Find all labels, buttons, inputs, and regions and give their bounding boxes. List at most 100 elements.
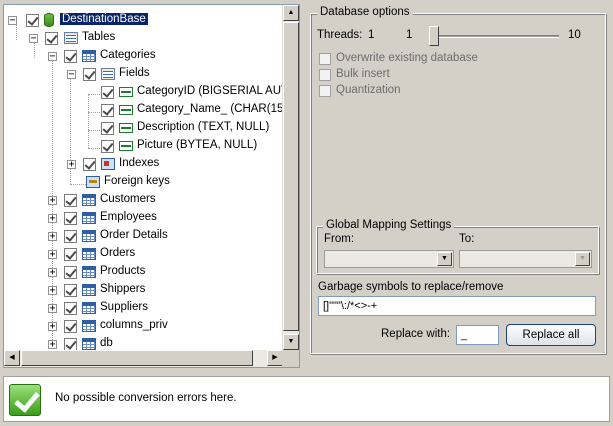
tree-node-table[interactable]: + Customers xyxy=(4,191,283,209)
tree-node-field[interactable]: Description (TEXT, NULL) xyxy=(4,119,283,137)
scroll-thumb[interactable] xyxy=(21,350,253,366)
tree-node-label[interactable]: Indexes xyxy=(119,157,159,169)
tree-node-label[interactable]: Orders xyxy=(100,247,135,259)
tree-node-label[interactable]: Description (TEXT, NULL) xyxy=(137,121,269,133)
expand-icon[interactable]: + xyxy=(48,232,57,242)
tree-node-label[interactable]: Customers xyxy=(100,193,156,205)
tree-node-label[interactable]: Products xyxy=(100,265,145,277)
tree-node-indexes[interactable]: + Indexes xyxy=(4,155,283,173)
tree-node-categories[interactable]: − Categories xyxy=(4,47,283,65)
collapse-icon[interactable]: − xyxy=(29,34,38,44)
checkbox-indexes[interactable] xyxy=(83,158,96,171)
scroll-thumb[interactable] xyxy=(283,22,299,331)
checkbox-table[interactable] xyxy=(64,320,77,333)
group-title: Global Mapping Settings xyxy=(323,219,455,231)
expand-icon[interactable]: + xyxy=(48,214,57,224)
bulk-insert-checkbox[interactable]: Bulk insert xyxy=(319,68,519,83)
tree-node-label[interactable]: Categories xyxy=(100,49,156,61)
checkbox-box[interactable] xyxy=(319,85,331,97)
checkbox-tables[interactable] xyxy=(45,32,58,45)
checkbox-table[interactable] xyxy=(64,302,77,315)
collapse-icon[interactable]: − xyxy=(8,16,17,26)
tree-node-table[interactable]: + Products xyxy=(4,263,283,281)
checkbox-table[interactable] xyxy=(64,266,77,279)
scroll-right-arrow-icon[interactable]: ▶ xyxy=(267,350,283,366)
replace-all-button[interactable]: Replace all xyxy=(506,324,596,346)
threads-slider-track[interactable] xyxy=(429,35,559,38)
checkbox-field[interactable] xyxy=(101,104,114,117)
tree-node-label[interactable]: Order Details xyxy=(100,229,168,241)
table-icon xyxy=(82,284,96,296)
table-icon xyxy=(82,266,96,278)
database-icon xyxy=(44,13,54,27)
tree-node-table[interactable]: + Order Details xyxy=(4,227,283,245)
checkbox-table[interactable] xyxy=(64,212,77,225)
checkbox-box[interactable] xyxy=(319,53,331,65)
checkbox-categories[interactable] xyxy=(64,50,77,63)
tree-vertical-scrollbar[interactable]: ▲ ▼ xyxy=(282,5,299,350)
tree-node-label[interactable]: Foreign keys xyxy=(104,175,170,187)
checkbox-root[interactable] xyxy=(26,14,39,27)
checkbox-field[interactable] xyxy=(101,86,114,99)
checkbox-field[interactable] xyxy=(101,122,114,135)
tree-node-label[interactable]: DestinationBase xyxy=(59,12,149,26)
scroll-up-arrow-icon[interactable]: ▲ xyxy=(283,5,299,21)
expand-icon[interactable]: + xyxy=(67,160,76,170)
expand-icon[interactable]: + xyxy=(48,268,57,278)
tree-node-label[interactable]: Suppliers xyxy=(100,301,148,313)
checkbox-box[interactable] xyxy=(319,69,331,81)
expand-icon[interactable]: + xyxy=(48,340,57,350)
field-icon xyxy=(119,105,133,115)
checkbox-table[interactable] xyxy=(64,338,77,350)
checkbox-fields[interactable] xyxy=(83,68,96,81)
tree-node-table[interactable]: + columns_priv xyxy=(4,317,283,335)
checkbox-table[interactable] xyxy=(64,230,77,243)
from-select[interactable]: ▼ xyxy=(324,250,454,268)
tree-node-fields[interactable]: − Fields xyxy=(4,65,283,83)
tree-viewport[interactable]: − DestinationBase − Tables − Categories … xyxy=(4,5,283,350)
chevron-down-icon[interactable]: ▼ xyxy=(437,252,452,266)
tree-node-field[interactable]: CategoryID (BIGSERIAL AUTO xyxy=(4,83,283,101)
tree-node-label[interactable]: Category_Name_ (CHAR(15) xyxy=(137,103,283,115)
tree-node-field[interactable]: Picture (BYTEA, NULL) xyxy=(4,137,283,155)
collapse-icon[interactable]: − xyxy=(67,70,76,80)
checkbox-table[interactable] xyxy=(64,248,77,261)
expand-icon[interactable]: + xyxy=(48,286,57,296)
tree-horizontal-scrollbar[interactable]: ◀ ▶ xyxy=(4,350,283,367)
checkbox-table[interactable] xyxy=(64,194,77,207)
tree-node-label[interactable]: Fields xyxy=(119,67,150,79)
checkbox-table[interactable] xyxy=(64,284,77,297)
expand-icon[interactable]: + xyxy=(48,196,57,206)
scroll-down-arrow-icon[interactable]: ▼ xyxy=(283,334,299,350)
tree-node-table[interactable]: + Orders xyxy=(4,245,283,263)
tree-node-label[interactable]: Tables xyxy=(82,31,115,43)
tree-node-label[interactable]: CategoryID (BIGSERIAL AUTO xyxy=(137,85,283,97)
expand-icon[interactable]: + xyxy=(48,250,57,260)
tree-node-label[interactable]: Shippers xyxy=(100,283,145,295)
tree-node-field[interactable]: Category_Name_ (CHAR(15) xyxy=(4,101,283,119)
collapse-icon[interactable]: − xyxy=(48,52,57,62)
scroll-left-arrow-icon[interactable]: ◀ xyxy=(4,350,20,366)
threads-min-label: 1 xyxy=(368,29,375,41)
checkmark-icon xyxy=(9,384,41,416)
overwrite-checkbox[interactable]: Overwrite existing database xyxy=(319,52,519,67)
expand-icon[interactable]: + xyxy=(48,322,57,332)
tree-node-label[interactable]: db xyxy=(100,337,113,349)
quantization-checkbox[interactable]: Quantization xyxy=(319,84,519,99)
tree-node-table[interactable]: + Employees xyxy=(4,209,283,227)
tree-panel[interactable]: − DestinationBase − Tables − Categories … xyxy=(3,4,300,368)
checkbox-field[interactable] xyxy=(101,140,114,153)
tree-node-table[interactable]: + Shippers xyxy=(4,281,283,299)
tree-node-foreign-keys[interactable]: Foreign keys xyxy=(4,173,283,191)
expand-icon[interactable]: + xyxy=(48,304,57,314)
tree-node-table[interactable]: + Suppliers xyxy=(4,299,283,317)
tree-node-table[interactable]: + db xyxy=(4,335,283,350)
garbage-symbols-input[interactable]: []"""\:/*<>-+ xyxy=(318,296,596,316)
threads-slider-thumb[interactable] xyxy=(429,26,439,46)
tree-node-tables[interactable]: − Tables xyxy=(4,29,283,47)
tree-node-label[interactable]: columns_priv xyxy=(100,319,168,331)
tree-node-label[interactable]: Employees xyxy=(100,211,157,223)
replace-with-input[interactable]: _ xyxy=(456,325,499,345)
tree-node-label[interactable]: Picture (BYTEA, NULL) xyxy=(137,139,257,151)
tree-node-root[interactable]: − DestinationBase xyxy=(4,11,283,29)
